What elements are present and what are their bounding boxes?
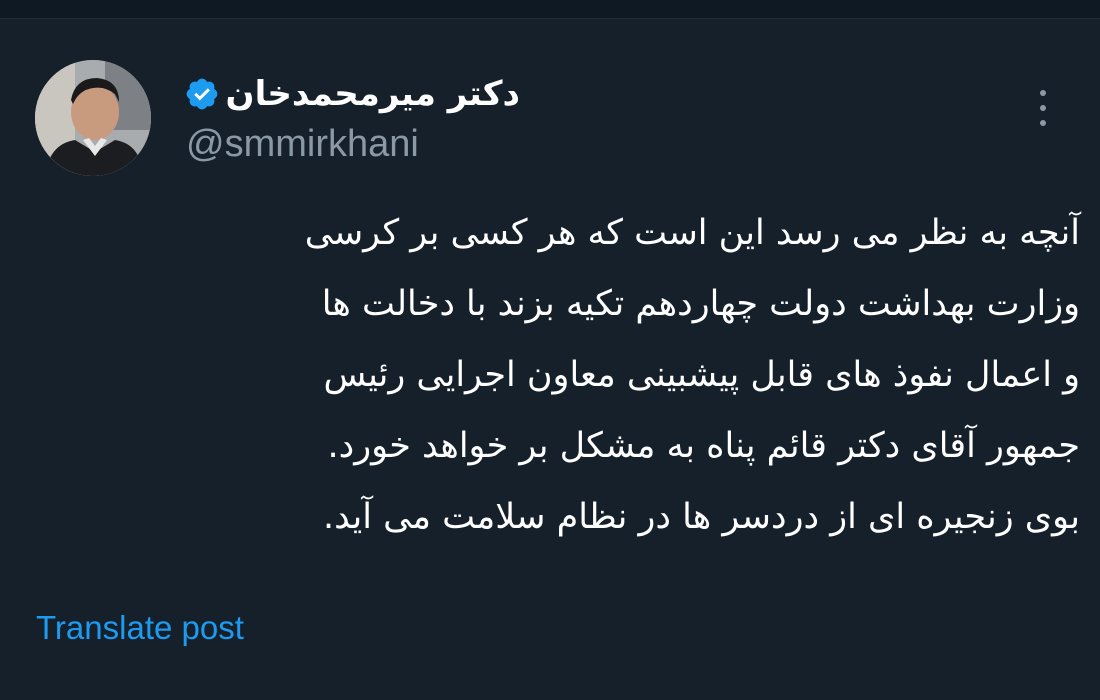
tweet-text-line: وزارت بهداشت دولت چهاردهم تکیه بزند با د… <box>321 284 1080 324</box>
more-options-icon-dot <box>1040 120 1046 126</box>
avatar[interactable] <box>35 60 151 176</box>
tweet-text-line: آنچه به نظر می رسد این است که هر کسی بر … <box>304 213 1080 253</box>
verified-badge-icon <box>186 78 218 110</box>
more-options-icon <box>1040 90 1046 96</box>
translate-post-link[interactable]: Translate post <box>36 608 244 648</box>
tweet-text-line: بوی زنجیره ای از دردسر ها در نظام سلامت … <box>323 497 1080 537</box>
author-display-name[interactable]: دکتر میرمحمدخان <box>226 74 520 114</box>
tweet-text-line: و اعمال نفوذ های قابل پیشبینی معاون اجرا… <box>323 355 1080 395</box>
more-options-button[interactable] <box>1030 86 1056 130</box>
avatar-image <box>35 60 151 176</box>
more-options-icon-dot <box>1040 105 1046 111</box>
tweet-text: آنچه به نظر می رسد این است که هر کسی بر … <box>95 198 1080 553</box>
top-divider <box>0 0 1100 19</box>
tweet-text-line: جمهور آقای دکتر قائم پناه به مشکل بر خوا… <box>327 426 1080 466</box>
author-handle[interactable]: @smmirkhani <box>186 122 419 166</box>
